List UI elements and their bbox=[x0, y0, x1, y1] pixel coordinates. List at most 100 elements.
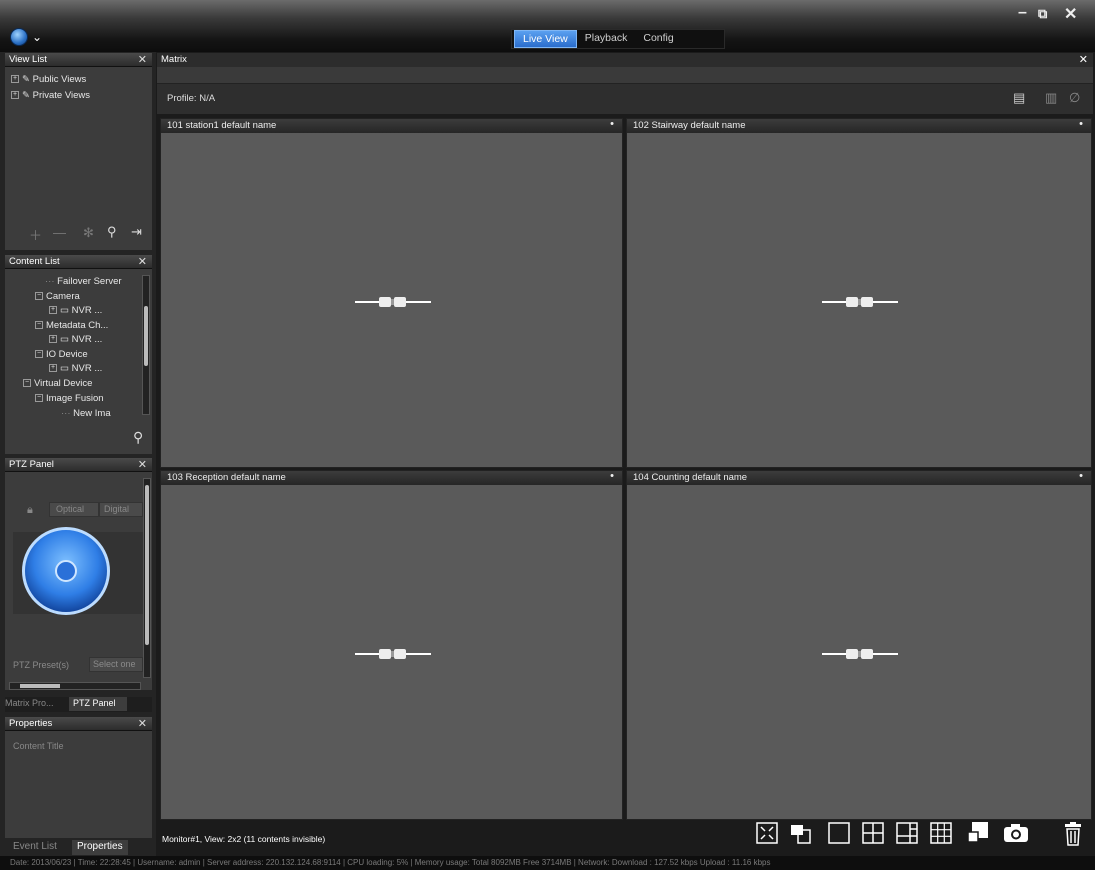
title-bar: ⌄ – ⧉ ✕ Live View Playback Config bbox=[0, 0, 1095, 52]
layout-3x3-icon[interactable] bbox=[930, 822, 952, 844]
close-icon[interactable]: ✕ bbox=[138, 53, 147, 66]
gear-icon[interactable]: ✻ bbox=[83, 225, 94, 241]
profile-label: Profile: N/A bbox=[167, 93, 216, 104]
cell-menu-icon[interactable]: • bbox=[1079, 118, 1083, 130]
properties-panel: Content Title bbox=[5, 731, 152, 838]
video-cell[interactable]: 102 Stairway default name • bbox=[626, 118, 1092, 468]
preset-select[interactable]: Select one bbox=[89, 657, 143, 672]
view-folder-icon: ✎ bbox=[22, 74, 30, 85]
tab-properties[interactable]: Properties bbox=[72, 840, 128, 855]
disconnected-plug-icon bbox=[355, 297, 431, 307]
panel-tab-bar: Matrix Pro... PTZ Panel bbox=[5, 697, 152, 712]
tree-item-io-device[interactable]: − IO Device bbox=[35, 349, 88, 360]
tab-matrix-profile[interactable]: Matrix Pro... bbox=[5, 698, 65, 708]
more-layouts-icon[interactable] bbox=[966, 822, 988, 844]
disconnected-plug-icon bbox=[822, 649, 898, 659]
close-button[interactable]: ✕ bbox=[1064, 4, 1077, 24]
ptz-panel: 🔒︎ Optical Digital PTZ Preset(s) Select … bbox=[5, 472, 152, 690]
close-icon[interactable]: ✕ bbox=[138, 717, 147, 730]
tree-item-virtual-device[interactable]: − Virtual Device bbox=[23, 378, 92, 389]
expand-icon[interactable]: + bbox=[11, 75, 19, 84]
view-list-header: View List ✕ bbox=[5, 53, 152, 67]
view-list-title: View List bbox=[9, 54, 47, 65]
close-icon[interactable]: ✕ bbox=[1079, 53, 1088, 66]
search-icon[interactable]: ⚲ bbox=[133, 429, 143, 446]
scrollbar[interactable] bbox=[143, 478, 151, 678]
nvr-icon: ▭ bbox=[60, 305, 72, 316]
nvr-icon: ▭ bbox=[60, 363, 72, 374]
tree-item-failover-server[interactable]: ··· Failover Server bbox=[45, 276, 122, 287]
scrollbar[interactable] bbox=[142, 275, 150, 415]
tab-live-view[interactable]: Live View bbox=[514, 30, 577, 48]
video-cell[interactable]: 101 station1 default name • bbox=[160, 118, 623, 468]
layout-1p3-icon[interactable] bbox=[896, 822, 918, 844]
scroll-thumb[interactable] bbox=[145, 485, 149, 645]
add-icon[interactable]: ＋ bbox=[29, 225, 42, 244]
horizontal-scrollbar[interactable] bbox=[9, 682, 141, 690]
switch-monitor-icon[interactable] bbox=[790, 822, 812, 844]
profile-bar: Profile: N/A ▤ ▥ ∅ bbox=[157, 84, 1093, 114]
minimize-button[interactable]: – bbox=[1018, 4, 1027, 22]
profile-settings-icon[interactable]: ▤ bbox=[1013, 90, 1025, 106]
main-tabs: Live View Playback Config bbox=[511, 29, 725, 49]
digital-button[interactable]: Digital bbox=[99, 502, 143, 517]
export-icon[interactable]: ⇥ bbox=[131, 224, 142, 240]
lock-icon[interactable]: 🔒︎ bbox=[27, 504, 33, 517]
tab-ptz-panel[interactable]: PTZ Panel bbox=[69, 697, 127, 711]
content-list-header: Content List ✕ bbox=[5, 255, 152, 269]
ptz-presets-label: PTZ Preset(s) bbox=[13, 660, 70, 670]
optical-button[interactable]: Optical bbox=[49, 502, 99, 517]
restore-button[interactable]: ⧉ bbox=[1038, 6, 1047, 22]
tree-item-image-fusion[interactable]: − Image Fusion bbox=[35, 393, 104, 404]
status-footer: Date: 2013/06/23 | Time: 22:28:45 | User… bbox=[0, 856, 1095, 870]
link-icon[interactable]: ∅ bbox=[1069, 90, 1080, 106]
tree-item-nvr[interactable]: + ▭ NVR ... bbox=[49, 305, 102, 316]
tree-item-public-views[interactable]: + ✎ Public Views bbox=[11, 74, 86, 85]
cell-menu-icon[interactable]: • bbox=[1079, 470, 1083, 482]
cell-title: 101 station1 default name bbox=[167, 120, 277, 131]
tree-item-nvr[interactable]: + ▭ NVR ... bbox=[49, 334, 102, 345]
close-icon[interactable]: ✕ bbox=[138, 255, 147, 268]
layout-1x1-icon[interactable] bbox=[828, 822, 850, 844]
cell-title: 103 Reception default name bbox=[167, 472, 286, 483]
tree-item-new-image[interactable]: ··· New Ima bbox=[61, 408, 111, 419]
layout-2x2-icon[interactable] bbox=[862, 822, 884, 844]
content-list-panel: ··· Failover Server − Camera + ▭ NVR ... −… bbox=[5, 269, 152, 454]
close-icon[interactable]: ✕ bbox=[138, 458, 147, 471]
tree-item-private-views[interactable]: + ✎ Private Views bbox=[11, 90, 90, 101]
ptz-joystick[interactable] bbox=[22, 527, 110, 615]
tree-item-metadata[interactable]: − Metadata Ch... bbox=[35, 320, 108, 331]
expand-icon[interactable]: + bbox=[11, 91, 19, 100]
tree-item-camera[interactable]: − Camera bbox=[35, 291, 80, 302]
matrix-title: Matrix bbox=[161, 54, 187, 65]
tab-event-list[interactable]: Event List bbox=[8, 840, 62, 855]
view-list-panel: + ✎ Public Views + ✎ Private Views ＋ — ✻ ⚲… bbox=[5, 67, 152, 250]
tree-item-nvr[interactable]: + ▭ NVR ... bbox=[49, 363, 102, 374]
globe-icon[interactable] bbox=[10, 28, 28, 46]
cell-menu-icon[interactable]: • bbox=[610, 118, 614, 130]
tab-playback[interactable]: Playback bbox=[577, 30, 636, 48]
ptz-center-button[interactable] bbox=[55, 560, 77, 582]
trash-icon[interactable] bbox=[1062, 822, 1084, 846]
properties-header: Properties ✕ bbox=[5, 717, 152, 731]
fullscreen-icon[interactable] bbox=[756, 822, 778, 844]
matrix-header: Matrix ✕ bbox=[157, 53, 1093, 67]
properties-title: Properties bbox=[9, 718, 53, 729]
tab-config[interactable]: Config bbox=[635, 30, 681, 48]
search-icon[interactable]: ⚲ bbox=[107, 224, 117, 240]
chevron-down-icon[interactable]: ⌄ bbox=[32, 30, 42, 44]
trash-icon[interactable]: ▥ bbox=[1045, 90, 1057, 106]
ptz-panel-title: PTZ Panel bbox=[9, 459, 54, 470]
video-cell[interactable]: 104 Counting default name • bbox=[626, 470, 1092, 820]
matrix-strip bbox=[157, 67, 1093, 84]
nvr-icon: ▭ bbox=[60, 334, 72, 345]
content-title-label: Content Title bbox=[13, 741, 64, 751]
snapshot-camera-icon[interactable] bbox=[1002, 822, 1030, 844]
cell-menu-icon[interactable]: • bbox=[610, 470, 614, 482]
scroll-thumb[interactable] bbox=[144, 306, 148, 366]
video-cell[interactable]: 103 Reception default name • bbox=[160, 470, 623, 820]
scroll-thumb[interactable] bbox=[20, 684, 60, 688]
remove-icon[interactable]: — bbox=[53, 225, 66, 240]
monitor-status: Monitor#1, View: 2x2 (11 contents invisi… bbox=[162, 834, 326, 844]
disconnected-plug-icon bbox=[355, 649, 431, 659]
